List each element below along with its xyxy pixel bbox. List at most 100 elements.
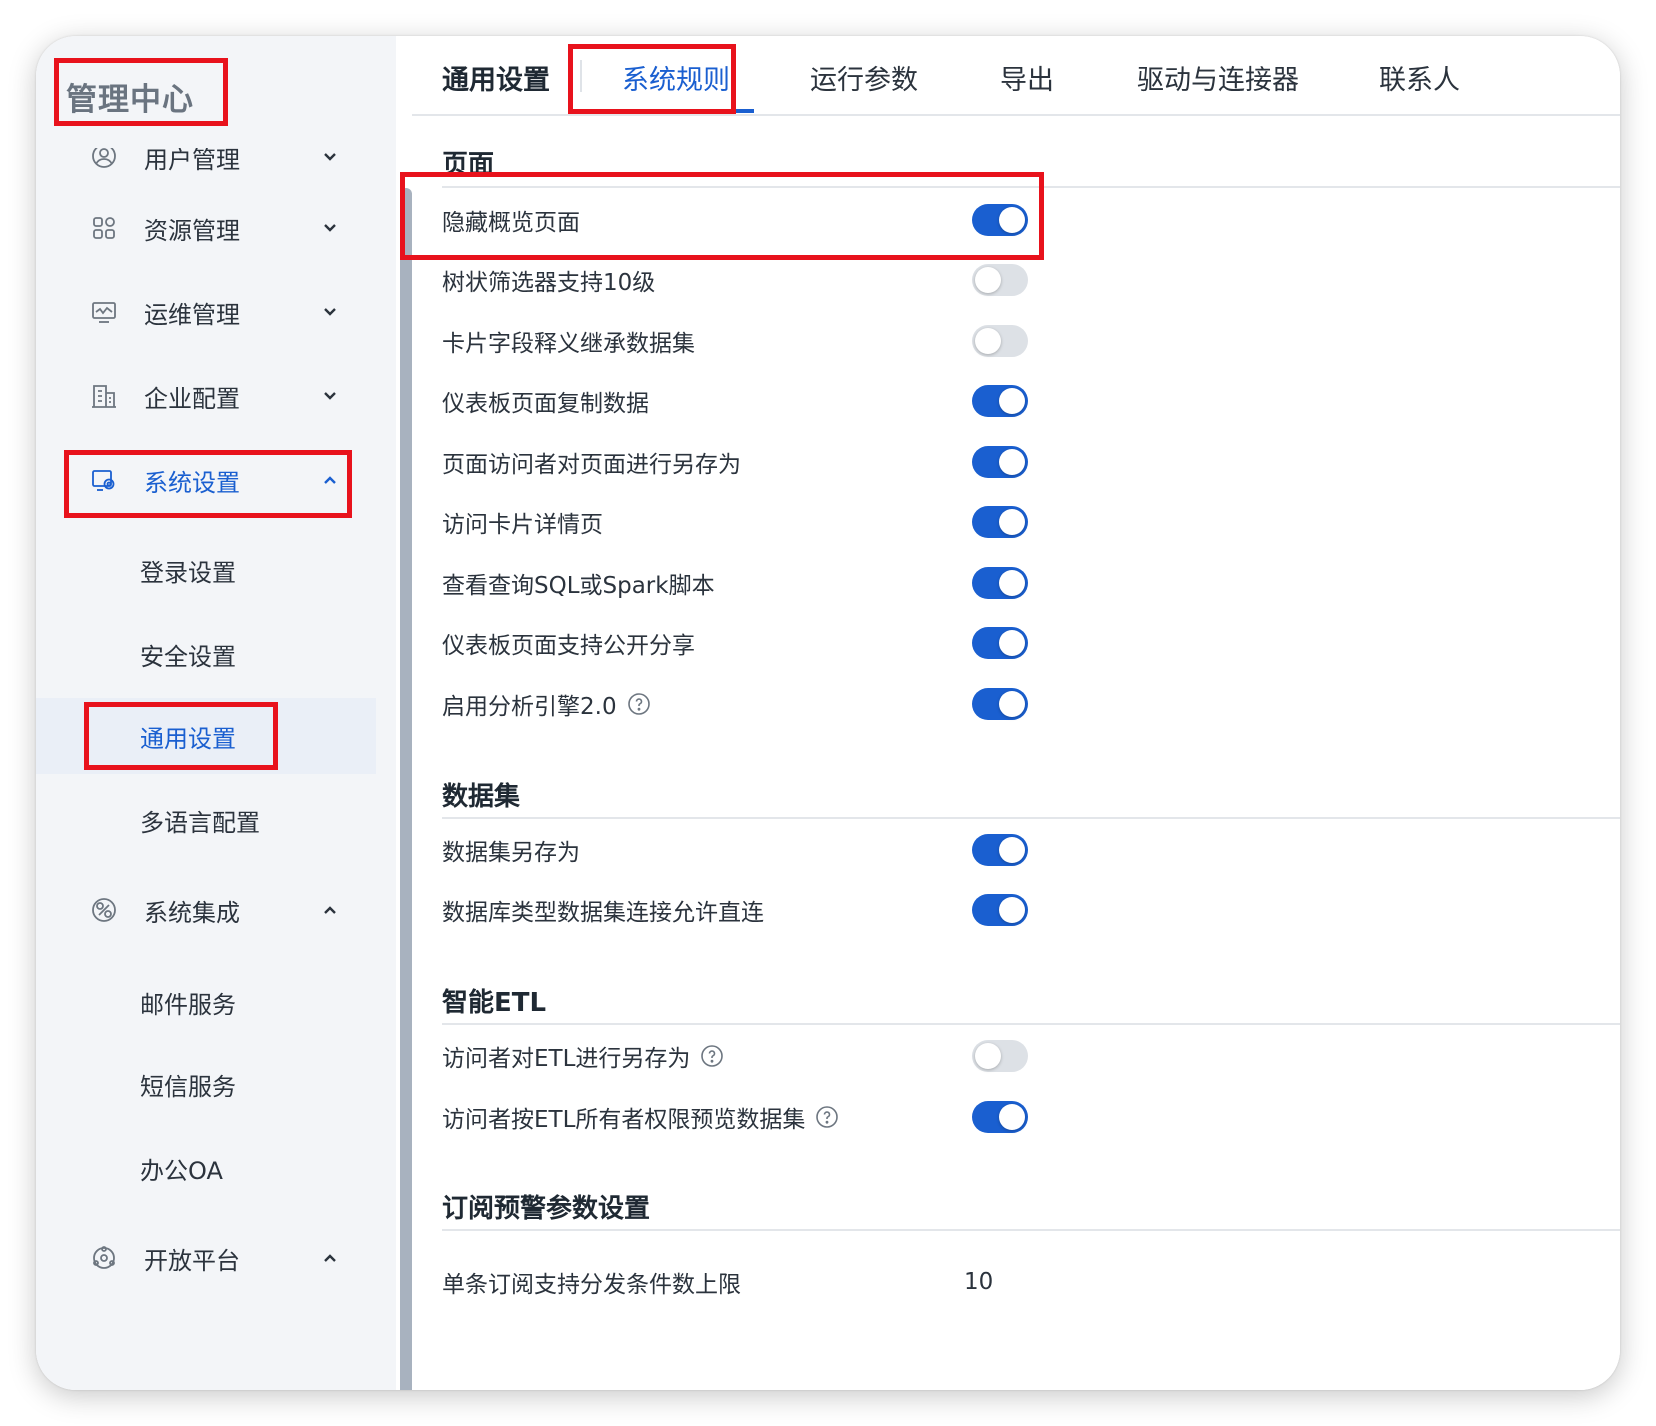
section-title-dataset: 数据集 (442, 782, 521, 812)
setting-label: 访问卡片详情页 (442, 512, 603, 538)
chevron-down-icon (324, 153, 336, 161)
setting-row-card-field-inherit: 卡片字段释义继承数据集 (442, 319, 1028, 363)
help-icon[interactable] (700, 1044, 724, 1068)
tab-export[interactable]: 导出 (1000, 58, 1054, 97)
toggle-analysis-engine[interactable] (972, 688, 1028, 720)
toggle-knob (999, 509, 1025, 535)
toggle-tree-filter[interactable] (972, 264, 1028, 296)
setting-row-subscription-limit: 单条订阅支持分发条件数上限 10 (442, 1260, 1002, 1304)
toggle-card-detail[interactable] (972, 506, 1028, 538)
toggle-knob (999, 691, 1025, 717)
setting-row-public-share: 仪表板页面支持公开分享 (442, 621, 1028, 665)
help-icon[interactable] (627, 692, 651, 716)
chevron-down-icon (324, 392, 336, 400)
sidebar-subitem-general-settings[interactable]: 通用设置 (36, 698, 376, 774)
sidebar-item-user-management[interactable]: 用户管理 (36, 148, 376, 188)
toggle-hide-overview[interactable] (972, 204, 1028, 236)
toggle-public-share[interactable] (972, 627, 1028, 659)
chevron-up-icon (324, 1254, 336, 1262)
tab-general-settings[interactable]: 通用设置 (442, 58, 550, 97)
setting-label: 仪表板页面复制数据 (442, 391, 649, 417)
setting-row-etl-save-as: 访问者对ETL进行另存为 (442, 1034, 1028, 1078)
sidebar-item-ops-management[interactable]: 运维管理 (36, 282, 376, 342)
integration-icon (90, 896, 118, 924)
setting-row-dashboard-copy: 仪表板页面复制数据 (442, 379, 1028, 423)
active-tab-indicator (612, 109, 754, 113)
section-divider (442, 1229, 1620, 1231)
setting-label: 隐藏概览页面 (442, 210, 580, 236)
section-divider (442, 186, 1620, 188)
toggle-visitor-save-as[interactable] (972, 446, 1028, 478)
tab-run-params[interactable]: 运行参数 (810, 58, 918, 97)
toggle-knob (999, 570, 1025, 596)
tab-divider (580, 60, 582, 92)
sidebar-subitem-sms-service[interactable]: 短信服务 (36, 1054, 376, 1114)
setting-label: 查看查询SQL或Spark脚本 (442, 573, 715, 599)
tab-contacts[interactable]: 联系人 (1379, 58, 1460, 97)
tab-system-rules[interactable]: 系统规则 (622, 58, 730, 97)
toggle-direct-connect[interactable] (972, 894, 1028, 926)
setting-row-analysis-engine: 启用分析引擎2.0 (442, 682, 1028, 726)
setting-label: 数据集另存为 (442, 840, 580, 866)
sidebar-subitem-label: 登录设置 (140, 558, 236, 587)
setting-row-visitor-save-as: 页面访问者对页面进行另存为 (442, 440, 1028, 484)
sidebar-item-open-platform[interactable]: 开放平台 (36, 1228, 376, 1288)
toggle-knob (975, 328, 1001, 354)
toggle-knob (999, 897, 1025, 923)
setting-label: 页面访问者对页面进行另存为 (442, 452, 741, 478)
tab-drivers-connectors[interactable]: 驱动与连接器 (1137, 58, 1299, 97)
sidebar: 管理中心 用户管理 资源管理 运维管理 企业配置 系统设置 登录设置 安全设置 … (36, 36, 396, 1390)
toggle-dashboard-copy[interactable] (972, 385, 1028, 417)
help-icon[interactable] (815, 1105, 839, 1129)
platform-icon (90, 1244, 118, 1272)
sidebar-subitem-label: 短信服务 (140, 1072, 236, 1101)
setting-label: 访问者对ETL进行另存为 (442, 1046, 691, 1072)
chevron-up-icon (324, 906, 336, 914)
toggle-card-field-inherit[interactable] (972, 325, 1028, 357)
main-panel: 通用设置 系统规则 运行参数 导出 驱动与连接器 联系人 页面 隐藏概览页面 树… (412, 36, 1620, 1390)
toggle-knob (999, 630, 1025, 656)
grid-icon (90, 214, 118, 242)
sidebar-subitem-language-config[interactable]: 多语言配置 (36, 790, 376, 850)
sidebar-item-resource-management[interactable]: 资源管理 (36, 198, 376, 258)
setting-row-dataset-save-as: 数据集另存为 (442, 828, 1028, 872)
toggle-etl-save-as[interactable] (972, 1040, 1028, 1072)
toggle-knob (999, 449, 1025, 475)
toggle-knob (999, 1104, 1025, 1130)
sidebar-subitem-label: 通用设置 (140, 724, 236, 753)
setting-label: 仪表板页面支持公开分享 (442, 633, 695, 659)
sidebar-subitem-office-oa[interactable]: 办公OA (36, 1138, 376, 1198)
chevron-down-icon (324, 308, 336, 316)
chevron-up-icon (324, 476, 336, 484)
sidebar-item-system-integration[interactable]: 系统集成 (36, 880, 376, 940)
sidebar-item-system-settings[interactable]: 系统设置 (36, 450, 376, 510)
setting-label: 访问者按ETL所有者权限预览数据集 (442, 1107, 806, 1133)
toggle-dataset-save-as[interactable] (972, 834, 1028, 866)
setting-label: 卡片字段释义继承数据集 (442, 331, 695, 357)
subscription-limit-value[interactable]: 10 (964, 1269, 993, 1295)
sidebar-subitem-mail-service[interactable]: 邮件服务 (36, 972, 376, 1032)
tab-bar: 通用设置 系统规则 运行参数 导出 驱动与连接器 联系人 (412, 36, 1620, 116)
setting-row-direct-connect: 数据库类型数据集连接允许直连 (442, 888, 1028, 932)
setting-label: 启用分析引擎2.0 (442, 694, 617, 720)
sidebar-item-label: 用户管理 (144, 148, 240, 174)
chevron-down-icon (324, 224, 336, 232)
setting-label: 树状筛选器支持10级 (442, 270, 656, 296)
user-icon (90, 148, 118, 170)
sidebar-item-label: 系统集成 (144, 898, 240, 927)
sidebar-item-enterprise-config[interactable]: 企业配置 (36, 366, 376, 426)
sidebar-subitem-login-settings[interactable]: 登录设置 (36, 540, 376, 600)
toggle-view-sql[interactable] (972, 567, 1028, 599)
sidebar-title: 管理中心 (66, 82, 194, 118)
section-divider (442, 1023, 1620, 1025)
sidebar-subitem-security-settings[interactable]: 安全设置 (36, 624, 376, 684)
sidebar-item-label: 系统设置 (144, 468, 240, 497)
settings-icon (90, 466, 118, 494)
section-divider (442, 817, 1620, 819)
section-title-etl: 智能ETL (442, 988, 547, 1018)
toggle-knob (975, 267, 1001, 293)
section-title-page: 页面 (442, 150, 495, 180)
toggle-etl-owner-preview[interactable] (972, 1101, 1028, 1133)
sidebar-item-label: 运维管理 (144, 300, 240, 329)
sidebar-scrollbar[interactable] (400, 188, 412, 1390)
